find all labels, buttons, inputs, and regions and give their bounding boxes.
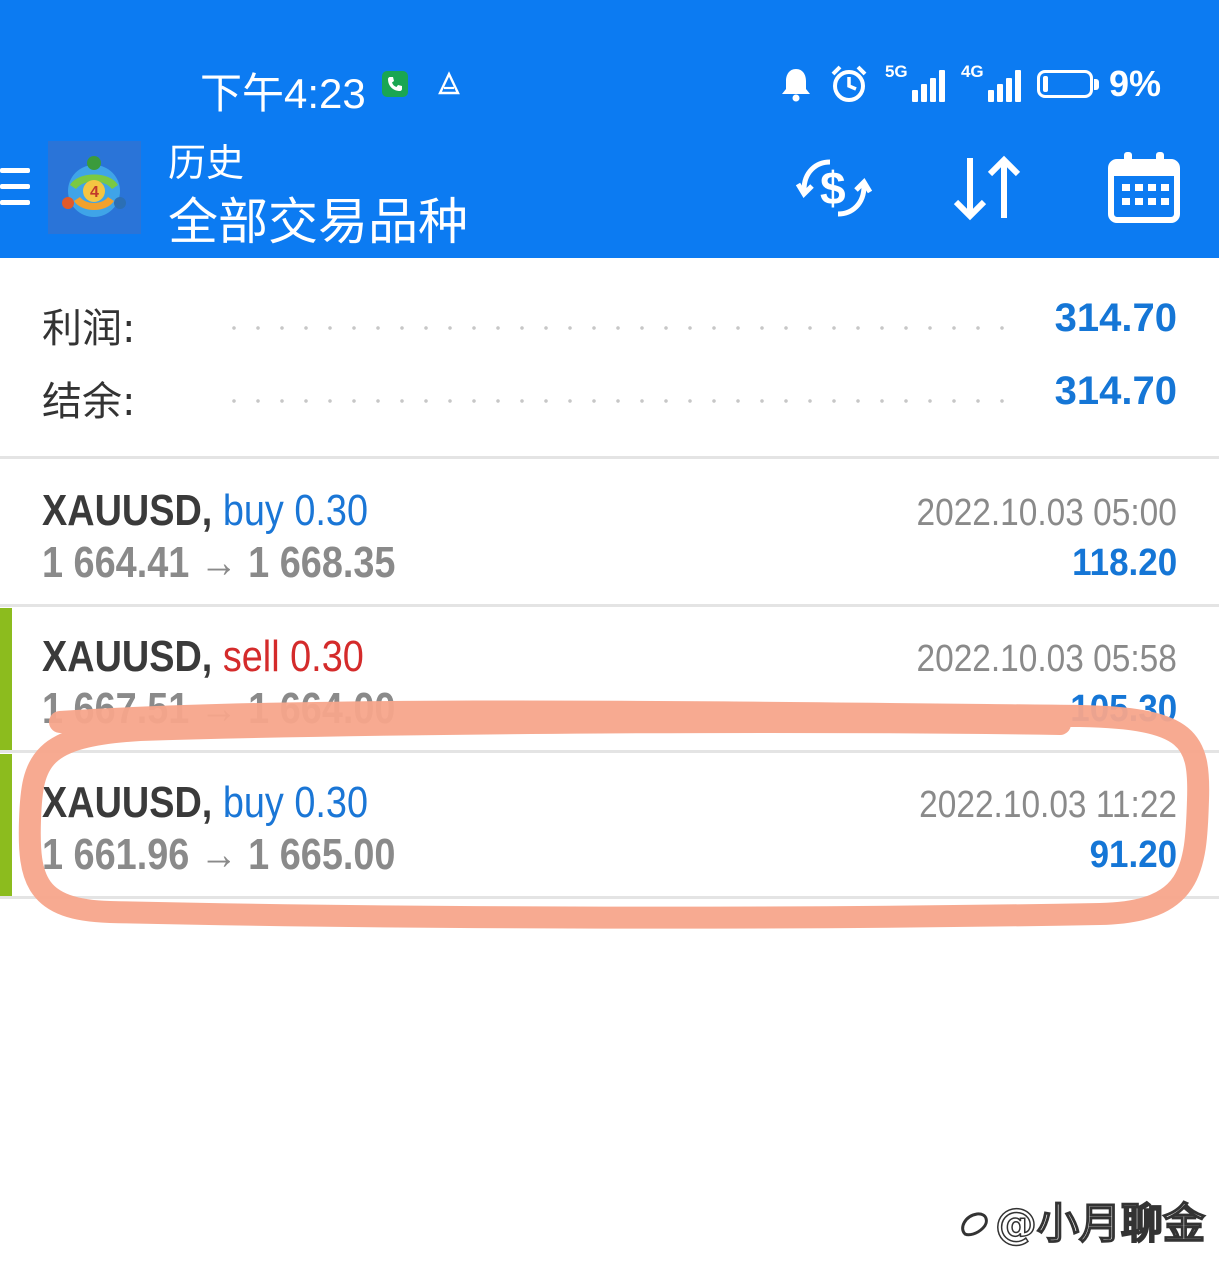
dot-leader [222, 399, 1019, 403]
screen-title[interactable]: 全部交易品种 [168, 182, 468, 254]
battery-icon [1036, 70, 1099, 98]
open-price: 1 661.96 [42, 830, 190, 879]
trade-time: 2022.10.03 11:22 [919, 784, 1177, 826]
divider [0, 604, 1219, 607]
trade-row[interactable]: XAUUSD, sell 0.30 1 667.51 → 1 664.00 20… [0, 608, 1219, 752]
trade-volume: 0.30 [294, 778, 369, 827]
menu-icon[interactable] [0, 166, 32, 210]
trade-symbol: XAUUSD, [42, 486, 213, 535]
open-price: 1 664.41 [42, 538, 190, 587]
trade-time: 2022.10.03 05:58 [916, 638, 1177, 680]
balance-value: 314.70 [1054, 369, 1177, 413]
balance-label: 结余: [42, 379, 136, 425]
trade-profit: 105.30 [1070, 688, 1177, 730]
trade-profit: 118.20 [1071, 542, 1177, 584]
trade-volume: 0.30 [290, 632, 364, 681]
trade-volume: 0.30 [294, 486, 369, 535]
trade-side: buy [222, 778, 284, 827]
alarm-icon [831, 65, 867, 102]
close-price: 1 668.35 [248, 538, 396, 587]
phone-notification-icon [382, 71, 408, 97]
trade-accent-bar [0, 608, 12, 752]
arrow-icon: → [199, 830, 238, 879]
svg-text:4: 4 [90, 184, 99, 201]
dot-leader [222, 326, 1019, 330]
profit-label: 利润: [42, 306, 136, 352]
trade-accent-bar [0, 754, 12, 898]
trade-row[interactable]: XAUUSD, buy 0.30 1 664.41 → 1 668.35 202… [0, 462, 1219, 606]
screen-subtitle: 历史 [168, 141, 245, 185]
mt4-logo: 4 [48, 141, 141, 234]
balance-row: 结余: 314.70 [0, 369, 1219, 429]
divider [0, 456, 1219, 459]
profit-value: 314.70 [1054, 296, 1177, 340]
bell-icon [781, 69, 810, 102]
profit-row: 利润: 314.70 [0, 296, 1219, 356]
calendar-icon[interactable] [1104, 146, 1188, 230]
divider [0, 896, 1219, 899]
close-price: 1 664.00 [248, 684, 396, 733]
trade-symbol: XAUUSD, [42, 632, 213, 681]
open-price: 1 667.51 [42, 684, 190, 733]
weibo-icon [961, 1212, 988, 1237]
status-indicators: 5G 4G 9% [779, 62, 1161, 106]
arrow-icon: → [199, 684, 238, 733]
trade-row[interactable]: XAUUSD, buy 0.30 1 661.96 → 1 665.00 202… [0, 754, 1219, 898]
currency-exchange-icon[interactable]: $ [792, 146, 876, 230]
app-screen: 下午4:23 5G 4G 9% 4 历史 全部交易品种 $ 利润: 314.70… [0, 0, 1219, 1280]
sort-icon[interactable] [946, 146, 1030, 230]
maps-notification-icon [436, 71, 462, 97]
trade-side: buy [222, 486, 284, 535]
trade-side: sell [222, 632, 280, 681]
signal-4g-icon: 4G [961, 62, 1021, 104]
svg-text:$: $ [820, 162, 846, 214]
signal-5g-icon: 5G [885, 62, 945, 104]
trade-time: 2022.10.03 05:00 [916, 492, 1177, 534]
arrow-icon: → [199, 538, 238, 587]
close-price: 1 665.00 [248, 830, 396, 879]
app-header: 下午4:23 5G 4G 9% 4 历史 全部交易品种 $ [0, 0, 1219, 258]
status-time: 下午4:23 [200, 70, 366, 117]
battery-percent: 9% [1108, 63, 1161, 104]
trade-symbol: XAUUSD, [42, 778, 213, 827]
divider [0, 750, 1219, 753]
trade-profit: 91.20 [1089, 834, 1177, 876]
watermark: @小月聊金 [955, 1190, 1206, 1251]
